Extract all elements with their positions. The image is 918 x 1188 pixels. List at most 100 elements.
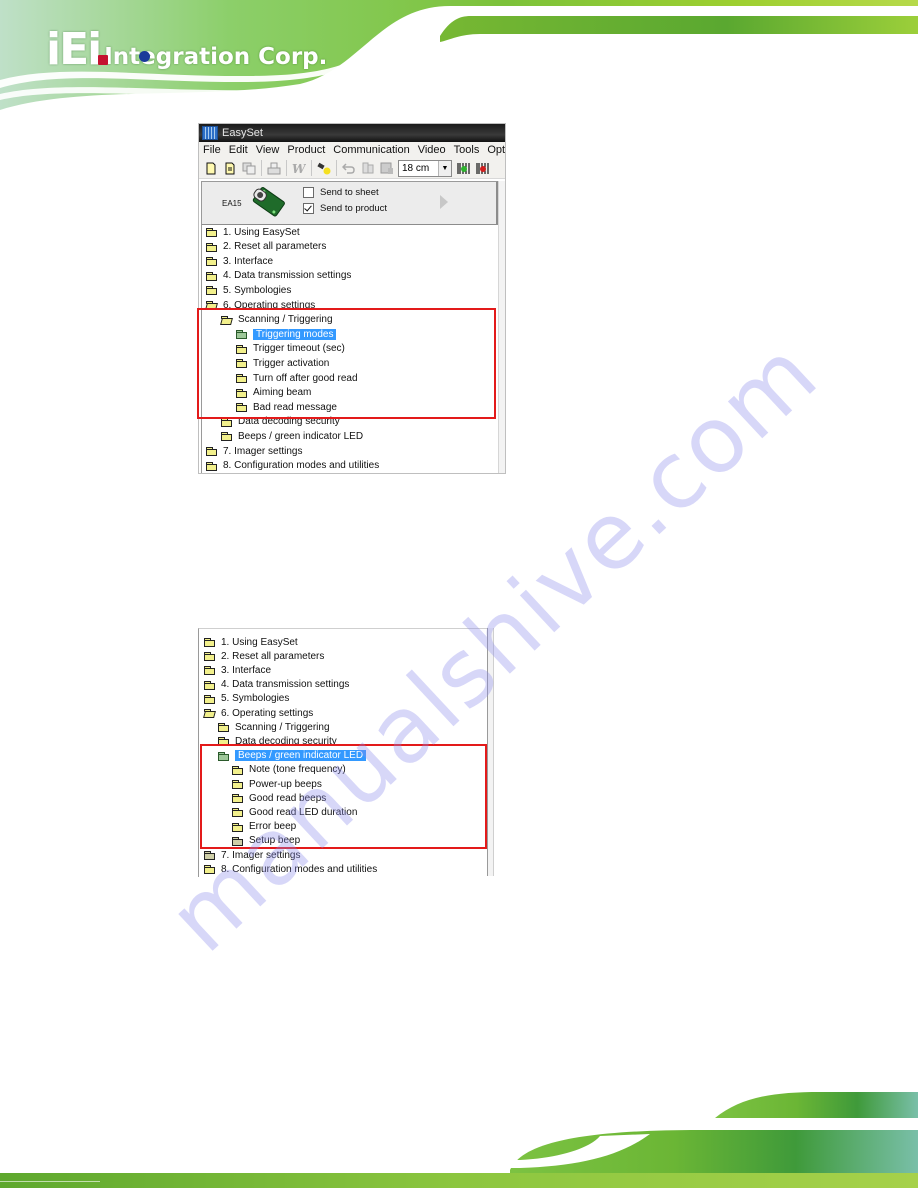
tree-item[interactable]: Beeps / green indicator LED: [218, 749, 367, 763]
tree-item[interactable]: Triggering modes: [236, 327, 337, 341]
tree-item[interactable]: Scanning / Triggering: [220, 313, 333, 327]
tree-item[interactable]: 6. Operating settings: [205, 298, 315, 312]
chevron-down-icon[interactable]: ▼: [438, 160, 451, 176]
send-to-product-option[interactable]: Send to product: [303, 203, 387, 214]
tree-item[interactable]: Good read LED duration: [232, 805, 357, 819]
tree-item[interactable]: 6. Operating settings: [203, 706, 314, 720]
send-to-product-label: Send to product: [320, 203, 388, 214]
copy-icon[interactable]: [241, 160, 257, 176]
tree-item-label: Note (tone frequency): [249, 764, 346, 776]
logo-red-square: [98, 55, 108, 65]
folder-icon: [232, 794, 243, 804]
tree-item[interactable]: 2. Reset all parameters: [206, 240, 326, 254]
tree-item[interactable]: Note (tone frequency): [232, 763, 346, 777]
folder-icon: [236, 388, 247, 398]
send-to-product-checkbox[interactable]: [303, 203, 314, 214]
send-arrow-icon[interactable]: [440, 195, 448, 209]
tree-item[interactable]: 8. Configuration modes and utilities: [206, 459, 379, 473]
tree-item[interactable]: 5. Symbologies: [204, 692, 289, 706]
folder-icon: [236, 344, 247, 354]
toolbar-separator: [286, 160, 287, 176]
parameter-tree-beeps: 1. Using EasySet 2. Reset all parameters 3…: [198, 628, 488, 877]
tree-item[interactable]: Power-up beeps: [232, 777, 322, 791]
folder-icon: [232, 822, 243, 832]
print-icon[interactable]: [266, 160, 282, 176]
tree-item[interactable]: 8. Configuration modes and utilities: [204, 862, 377, 876]
preview-icon[interactable]: [379, 160, 395, 176]
tree-item[interactable]: Setup beep: [232, 834, 300, 848]
barcode-red-icon[interactable]: [475, 160, 491, 176]
menu-communication[interactable]: Communication: [333, 144, 409, 156]
tree-item[interactable]: Data decoding security: [218, 734, 337, 748]
tree-item[interactable]: Bad read message: [236, 400, 337, 414]
tree-item[interactable]: Turn off after good read: [236, 371, 358, 385]
new-file-icon[interactable]: [203, 160, 219, 176]
tree-item[interactable]: Error beep: [232, 820, 296, 834]
tree-item[interactable]: Trigger timeout (sec): [236, 342, 345, 356]
tree-item-label: Good read beeps: [249, 792, 327, 804]
open-file-icon[interactable]: [222, 160, 238, 176]
folder-icon: [204, 865, 215, 875]
tree-item[interactable]: 1. Using EasySet: [206, 225, 300, 239]
tree-item-label: 6. Operating settings: [221, 707, 314, 719]
find-icon[interactable]: [360, 160, 376, 176]
menu-view[interactable]: View: [256, 144, 280, 156]
folder-icon: [204, 694, 215, 704]
menu-video[interactable]: Video: [418, 144, 446, 156]
folder-open-icon: [220, 315, 233, 325]
logo-mark: iEi: [46, 24, 102, 75]
tree-item[interactable]: Beeps / green indicator LED: [221, 429, 363, 443]
app-icon: [202, 126, 218, 140]
folder-icon: [206, 242, 217, 252]
tree-item[interactable]: Trigger activation: [236, 356, 329, 370]
folder-icon: [206, 271, 217, 281]
flashlight-icon[interactable]: [316, 160, 332, 176]
tree-item-label: Power-up beeps: [249, 778, 322, 790]
tree-item[interactable]: 7. Imager settings: [206, 444, 302, 458]
tree-item[interactable]: 3. Interface: [206, 254, 273, 268]
undo-icon[interactable]: [341, 160, 357, 176]
tree-item[interactable]: 4. Data transmission settings: [204, 678, 349, 692]
barcode-green-icon[interactable]: [456, 160, 472, 176]
tree-item[interactable]: 1. Using EasySet: [204, 635, 298, 649]
menu-product[interactable]: Product: [287, 144, 325, 156]
logo-blue-dot: [139, 51, 150, 62]
tree-item-label: 3. Interface: [221, 664, 272, 676]
tree-item[interactable]: 7. Imager settings: [204, 848, 300, 862]
send-to-sheet-label: Send to sheet: [320, 187, 379, 198]
tree-item-label: 5. Symbologies: [223, 284, 292, 296]
folder-icon: [204, 652, 215, 662]
parameter-tree: 1. Using EasySet 2. Reset all parameters 3…: [201, 225, 499, 473]
tree-item-label: Setup beep: [249, 835, 301, 847]
send-to-sheet-option[interactable]: Send to sheet: [303, 187, 379, 198]
tree-item[interactable]: 5. Symbologies: [206, 283, 291, 297]
folder-icon: [232, 808, 243, 818]
tree-item[interactable]: Good read beeps: [232, 791, 326, 805]
vertical-scrollbar[interactable]: [498, 181, 505, 473]
folder-icon: [221, 417, 232, 427]
tree-item[interactable]: 3. Interface: [204, 663, 271, 677]
tree-item-label: 5. Symbologies: [221, 693, 290, 705]
menu-tools[interactable]: Tools: [454, 144, 480, 156]
folder-icon: [204, 666, 215, 676]
folder-icon: [236, 403, 247, 413]
tree-item-label: Good read LED duration: [249, 806, 358, 818]
tree-item[interactable]: 4. Data transmission settings: [206, 269, 351, 283]
tree-item-label: 1. Using EasySet: [221, 636, 298, 648]
menu-options[interactable]: Opt: [487, 144, 505, 156]
size-combo[interactable]: 18 cm ▼: [398, 159, 452, 177]
tree-item[interactable]: Data decoding security: [221, 415, 340, 429]
menu-edit[interactable]: Edit: [229, 144, 248, 156]
tree-item[interactable]: 2. Reset all parameters: [204, 649, 324, 663]
tree-item-label: 7. Imager settings: [221, 849, 301, 861]
word-export-icon[interactable]: W: [291, 160, 307, 176]
tree-item-label: Trigger timeout (sec): [253, 343, 345, 355]
send-to-sheet-checkbox[interactable]: [303, 187, 314, 198]
folder-icon: [236, 330, 247, 340]
tree-item[interactable]: Aiming beam: [236, 386, 311, 400]
tree-item-label: 3. Interface: [223, 255, 274, 267]
tree-item[interactable]: Scanning / Triggering: [218, 720, 330, 734]
vertical-scrollbar[interactable]: [487, 628, 494, 876]
menu-file[interactable]: File: [203, 144, 221, 156]
folder-icon: [218, 751, 229, 761]
